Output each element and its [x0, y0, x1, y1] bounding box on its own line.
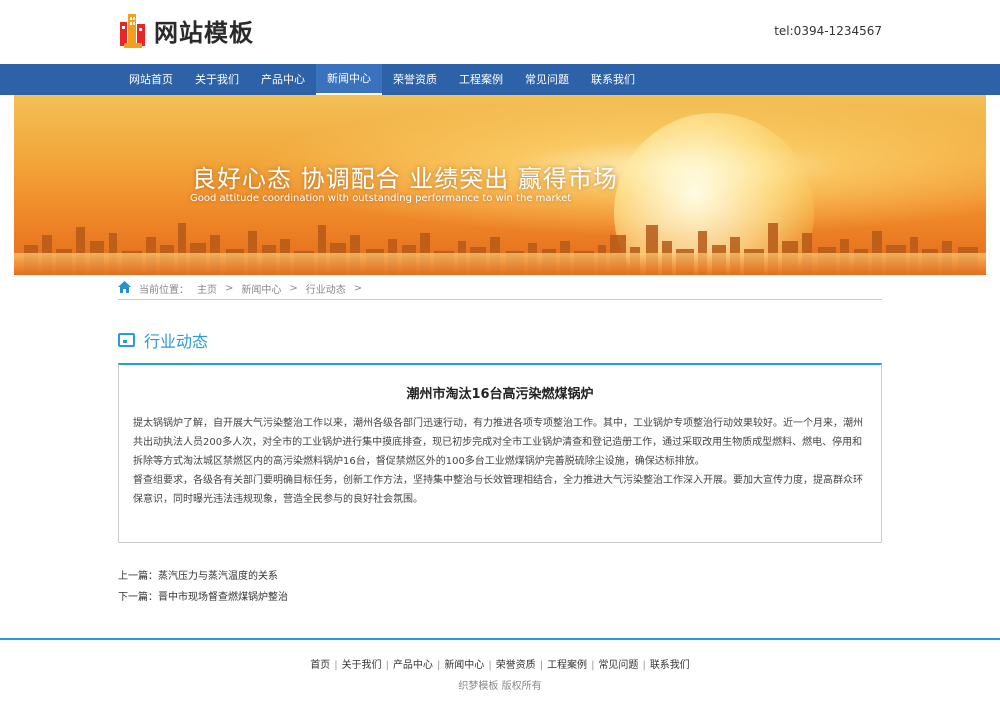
telephone-number: tel:0394-1234567 — [774, 24, 882, 38]
breadcrumb-item-home[interactable]: 主页 — [197, 281, 217, 296]
footer-links: 首页 | 关于我们 | 产品中心 | 新闻中心 | 荣誉资质 | 工程案例 | 常见问题 | 联系我们 — [0, 656, 1000, 671]
nav-item[interactable]: 常见问题 — [514, 64, 580, 95]
banner-title: 良好心态 协调配合 业绩突出 赢得市场 — [192, 165, 618, 193]
building-logo-icon — [118, 10, 148, 50]
nav-item[interactable]: 网站首页 — [118, 64, 184, 95]
water-reflection-graphic — [14, 253, 986, 275]
nav-item[interactable]: 新闻中心 — [316, 64, 382, 95]
prev-label: 上一篇： — [118, 571, 158, 582]
logo-text: 网站模板 — [154, 18, 254, 47]
footer-link-separator: | — [539, 660, 544, 671]
site-header: 网站模板 tel:0394-1234567 — [0, 0, 1000, 64]
main-nav: 网站首页 关于我们 产品中心 新闻中心 荣誉资质 工程案例 常见问题 联系我们 — [0, 64, 1000, 95]
footer-link[interactable]: 产品中心 — [393, 660, 433, 671]
footer-link[interactable]: 新闻中心 — [444, 660, 484, 671]
next-article: 下一篇：晋中市现场督查燃煤锅炉整治 — [118, 588, 288, 603]
breadcrumb-item-news[interactable]: 新闻中心 — [241, 281, 281, 296]
next-label: 下一篇： — [118, 592, 158, 603]
prev-article: 上一篇：蒸汽压力与蒸汽温度的关系 — [118, 567, 278, 582]
nav-item[interactable]: 联系我们 — [580, 64, 646, 95]
nav-item[interactable]: 工程案例 — [448, 64, 514, 95]
breadcrumb-label: 当前位置： — [139, 285, 189, 296]
article-box: 潮州市淘汰16台高污染燃煤锅炉 提太锅锅炉了解，自开展大气污染整治工作以来，潮州… — [118, 363, 882, 543]
nav-item[interactable]: 关于我们 — [184, 64, 250, 95]
site-footer: 首页 | 关于我们 | 产品中心 | 新闻中心 | 荣誉资质 | 工程案例 | 常见问题 | 联系我们 织梦… — [0, 638, 1000, 702]
home-icon[interactable] — [118, 281, 131, 296]
footer-link-separator: | — [488, 660, 492, 671]
footer-link[interactable]: 荣誉资质 — [496, 660, 536, 671]
footer-link[interactable]: 联系我们 — [650, 660, 690, 671]
section-title: 行业动态 — [144, 332, 209, 351]
nav-list: 网站首页 关于我们 产品中心 新闻中心 荣誉资质 工程案例 常见问题 联系我们 — [118, 64, 646, 95]
breadcrumb-separator: > — [225, 283, 234, 294]
footer-link-separator: | — [436, 660, 441, 671]
article-paragraph-1: 提太锅锅炉了解，自开展大气污染整治工作以来，潮州各级各部门迅速行动，有力推进各项… — [133, 418, 863, 467]
section-heading: 行业动态 — [118, 328, 208, 352]
hero-banner: 良好心态 协调配合 业绩突出 赢得市场 Good attitude coordi… — [14, 95, 986, 275]
prev-article-link[interactable]: 蒸汽压力与蒸汽温度的关系 — [158, 571, 278, 582]
banner-subtitle: Good attitude coordination with outstand… — [190, 193, 572, 204]
nav-item[interactable]: 产品中心 — [250, 64, 316, 95]
next-article-link[interactable]: 晋中市现场督查燃煤锅炉整治 — [158, 592, 288, 603]
footer-link-separator: | — [334, 660, 338, 671]
breadcrumb-separator: > — [353, 283, 363, 294]
footer-link[interactable]: 工程案例 — [547, 660, 587, 671]
footer-link[interactable]: 首页 — [310, 660, 330, 671]
breadcrumb-separator: > — [289, 283, 298, 294]
section-card-icon — [118, 333, 135, 347]
footer-link[interactable]: 常见问题 — [598, 660, 638, 671]
article-title: 潮州市淘汰16台高污染燃煤锅炉 — [406, 387, 594, 402]
breadcrumb: 当前位置： 主页 > 新闻中心 > 行业动态 > — [118, 278, 882, 300]
footer-link-separator: | — [642, 660, 646, 671]
footer-link-separator: | — [385, 660, 389, 671]
copyright: 织梦模板 版权所有 — [458, 681, 542, 692]
nav-item[interactable]: 荣誉资质 — [382, 64, 448, 95]
article-paragraph-2: 督查组要求，各级各有关部门要明确目标任务，创新工作方法，坚持集中整治与长效管理相… — [133, 475, 863, 505]
footer-link-separator: | — [591, 660, 595, 671]
footer-link[interactable]: 关于我们 — [342, 660, 382, 671]
breadcrumb-item-industry[interactable]: 行业动态 — [306, 281, 346, 296]
site-logo[interactable]: 网站模板 — [118, 10, 254, 50]
